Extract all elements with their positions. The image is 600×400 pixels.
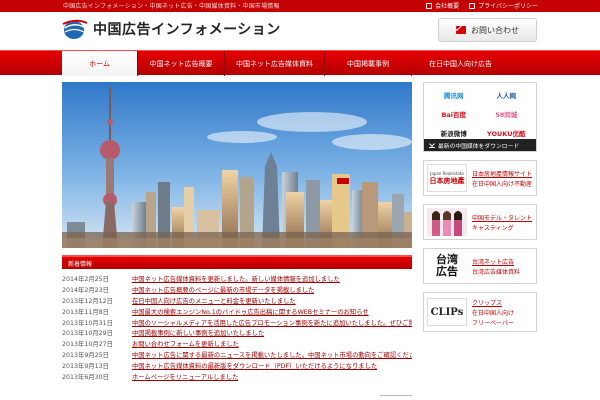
news-date: 2013年12月12日 [62,297,113,305]
media-download-label: 最新の中国媒体をダウンロード [438,143,520,150]
nav-chinese-in-japan-ads[interactable]: 在日中国人向け広告 [412,51,509,76]
news-date: 2013年10月31日 [62,319,113,327]
media-logos-panel[interactable]: 腾讯网 人人网 Bai百度 58同城 新浪微博 YOUKU优酷 最新の中国媒体をダウンロー… [423,82,537,152]
sidebar-card-realestate[interactable]: Japan Realestate 日本房地產 日本房地產情報サイト 在日中国人向… [423,160,537,196]
clips-logo-image: CLIPs [427,298,467,326]
news-item: 2014年2月25日 中国ネット広告媒体資料を更新しました。新しい媒体情報を追加し… [62,273,412,284]
media-brand-logo: 人人网 [496,92,517,100]
news-item: 2013年10月29日 中国掲載事例に新しい事例を追加いたしました [62,327,412,338]
models-photo [427,208,467,236]
contact-button[interactable]: お問い合わせ [438,18,537,42]
media-download-button[interactable]: 最新の中国媒体をダウンロード [424,139,536,151]
main-nav: ホーム 中国ネット広告概要 中国ネット広告媒体資料 中国掲載事例 在日中国人向け… [0,50,600,76]
privacy-link-label: プライバシーポリシー [478,3,538,10]
news-title-link[interactable]: 中国最大の検索エンジンNo.1のバイドゥ広告出稿に関するWEBセミナーのお知らせ [132,307,369,316]
news-title-link[interactable]: 中国ネット広告媒体資料の最新版をダウンロード（PDF）いただけるようになりました [132,361,377,370]
taiwan-banner-image: 台湾 広告 [427,252,467,280]
sidebar-card-taiwan[interactable]: 台湾 広告 台湾ネット広告 台湾広告媒体資料 [423,248,537,284]
news-title-link[interactable]: 在日中国人向け広告のメニューと料金を更新いたしました [132,296,296,305]
realestate-banner-line2: 日本房地產 [429,176,465,185]
clips-card-sub: 在日中国人向け [472,309,515,317]
contact-button-label: お問い合わせ [471,25,519,35]
models-card-sub: キャスティング [472,224,514,232]
news-item: 2013年12月12日 在日中国人向け広告のメニューと料金を更新いたしました [62,295,412,306]
nav-net-ad-overview[interactable]: 中国ネット広告概要 [138,51,225,76]
mail-icon [456,26,466,34]
news-title-link[interactable]: 中国ネット広告に関する最新のニュースを掲載いたしました。中国ネット市場の動向をご… [132,350,412,359]
news-date: 2013年11月8日 [62,308,109,316]
hero-skyline-image [62,82,412,248]
clips-card-title: クリップス [472,299,503,307]
media-logo-grid: 腾讯网 人人网 Bai百度 58同城 新浪微博 YOUKU优酷 [424,83,536,145]
news-item: 2014年2月23日 中国ネット広告概要のページに最新の市場データを掲載しました [62,284,412,295]
realestate-card-sub: 在日中国人向け不動産 [472,180,533,188]
company-link-label: 会社概要 [435,3,460,10]
models-card-title: 中国モデル・タレント [472,214,533,222]
news-title-link[interactable]: お問い合わせフォームを更新しました [132,339,239,348]
privacy-link[interactable]: プライバシーポリシー [469,1,538,10]
globe-logo-icon [62,18,88,40]
news-more-link[interactable] [380,395,412,400]
news-item: 2013年9月25日 中国ネット広告に関する最新のニュースを掲載いたしました。中国… [62,349,412,360]
taiwan-card-sub: 台湾広告媒体資料 [472,268,521,276]
taiwan-card-title: 台湾ネット広告 [472,258,515,266]
sidebar-card-clips[interactable]: CLIPs クリップス 在日中国人向け フリーペーパー [423,292,537,332]
news-date: 2013年9月13日 [62,363,109,371]
news-list: 2014年2月25日 中国ネット広告媒体資料を更新しました。新しい媒体情報を追加し… [62,273,412,382]
news-title-link[interactable]: 中国ネット広告媒体資料を更新しました。新しい媒体情報を追加しました [132,274,340,283]
realestate-card-title: 日本房地產情報サイト [472,170,533,178]
nav-home[interactable]: ホーム [62,51,138,76]
news-item: 2013年10月31日 中国のソーシャルメディアを活用した広告プロモーション事例を… [62,317,412,328]
news-title-link[interactable]: 中国ネット広告概要のページに最新の市場データを掲載しました [132,285,314,294]
news-item: 2013年10月27日 お問い合わせフォームを更新しました [62,338,412,349]
company-link[interactable]: 会社概要 [426,1,459,10]
media-brand-logo: 58同城 [495,111,518,119]
site-title: 中国広告インフォメーション [93,22,281,38]
news-date: 2014年2月25日 [62,275,109,283]
nav-case-studies[interactable]: 中国掲載事例 [325,51,412,76]
news-title-link[interactable]: 中国掲載事例に新しい事例を追加いたしました [132,328,264,337]
news-item: 2013年11月8日 中国最大の検索エンジンNo.1のバイドゥ広告出稿に関するWE… [62,306,412,317]
news-date: 2013年9月25日 [62,352,109,360]
news-date: 2013年10月27日 [62,341,113,349]
news-item: 2013年6月30日 ホームページをリニューアルしました [62,371,412,382]
clips-logo-text: CLIPs [430,306,464,318]
news-title-link[interactable]: 中国のソーシャルメディアを活用した広告プロモーション事例を新たに追加いたしました… [132,318,412,327]
news-date: 2013年10月29日 [62,330,113,338]
clips-card-sub2: フリーペーパー [472,319,514,327]
news-item: 2013年9月13日 中国ネット広告媒体資料の最新版をダウンロード（PDF）いただ… [62,360,412,371]
media-brand-logo: 腾讯网 [444,92,464,100]
top-bar: 中国広告インフォメーション・中国ネット広告・中国媒体資料・中国市場情報 会社概要… [0,0,600,12]
news-section: 新着情報 2014年2月25日 中国ネット広告媒体資料を更新しました。新しい媒体情… [62,255,412,382]
top-links: 会社概要 プライバシーポリシー [426,1,538,10]
news-header: 新着情報 [62,255,412,269]
taiwan-banner-line2: 広告 [436,265,458,278]
site-logo[interactable]: 中国広告インフォメーション [62,18,281,40]
shield-icon [469,2,476,9]
sidebar-card-models[interactable]: 中国モデル・タレント キャスティング [423,204,537,240]
building-icon [426,2,433,9]
news-date: 2014年2月23日 [62,286,109,294]
realestate-banner-image: Japan Realestate 日本房地產 [427,164,467,192]
news-date: 2013年6月30日 [62,373,109,381]
download-icon [429,142,435,148]
nav-media-materials[interactable]: 中国ネット広告媒体資料 [225,51,325,76]
media-brand-logo: Bai百度 [441,111,467,119]
news-title-link[interactable]: ホームページをリニューアルしました [132,372,238,381]
site-tagline: 中国広告インフォメーション・中国ネット広告・中国媒体資料・中国市場情報 [63,3,280,10]
